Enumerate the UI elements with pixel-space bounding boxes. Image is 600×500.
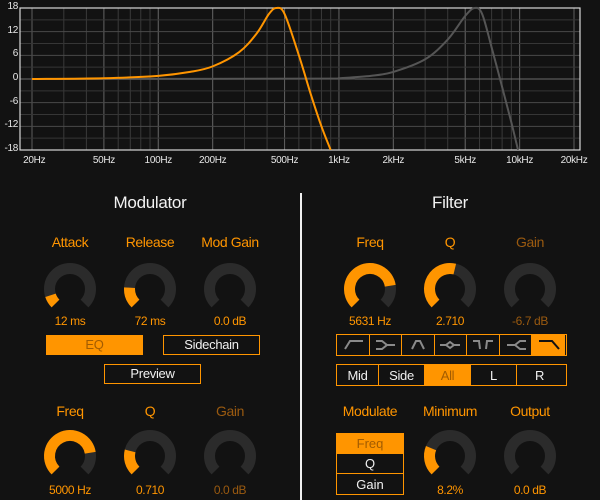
knob-value: -6.7 dB	[512, 314, 548, 328]
frequency-response-graph[interactable]: 18 12 6 0 -6 -12 -18 20Hz 50Hz 100Hz 200Hz 500Hz 1kH…	[0, 0, 600, 172]
filter-gain-knob[interactable]	[501, 260, 559, 318]
lowpass-icon	[538, 340, 560, 350]
x-tick-label: 50Hz	[92, 155, 115, 166]
modulate-option-gain[interactable]: Gain	[337, 474, 403, 494]
highshelf-icon	[506, 340, 526, 350]
knob-label: Freq	[56, 403, 84, 419]
knob-value: 0.710	[135, 483, 165, 497]
highpass-icon	[343, 340, 363, 350]
knob-track	[504, 430, 556, 475]
filter-title: Filter	[432, 193, 468, 212]
y-tick-label: 12	[7, 24, 18, 36]
knob-value: 0.0 dB	[213, 483, 247, 497]
knob-value: 0.0 dB	[213, 314, 247, 328]
attack-knob[interactable]	[41, 260, 99, 318]
filter-freq-knob[interactable]	[341, 260, 399, 318]
y-tick-label: 0	[12, 72, 19, 83]
y-tick-label: -6	[9, 95, 19, 107]
knob-label: Mod Gain	[201, 234, 259, 250]
eq-source-button[interactable]: EQ	[46, 335, 143, 355]
knob-track	[504, 263, 556, 308]
knob-value: 5000 Hz	[49, 483, 91, 497]
x-tick-label: 1kHz	[328, 155, 350, 166]
mod-gain-knob[interactable]	[201, 260, 259, 318]
knob-label: Q	[444, 234, 456, 250]
x-tick-label: 2kHz	[382, 155, 405, 166]
x-tick-label: 20Hz	[23, 155, 46, 166]
filter-type-bandpass[interactable]	[402, 335, 435, 355]
y-tick-label: 6	[12, 48, 19, 60]
knob-value: 8.2%	[437, 483, 463, 497]
knob-track	[204, 263, 256, 308]
channel-all[interactable]: All	[425, 365, 471, 385]
x-tick-label: 500Hz	[270, 155, 299, 166]
channel-mid[interactable]: Mid	[337, 365, 379, 385]
filter-type-highshelf[interactable]	[500, 335, 533, 355]
filter-type-lowpass[interactable]	[532, 335, 565, 355]
bandpass-icon	[411, 340, 425, 350]
y-tick-label: -12	[4, 119, 18, 131]
modulator-title: Modulator	[113, 193, 187, 212]
filter-type-selector[interactable]	[336, 334, 567, 356]
release-knob[interactable]	[121, 260, 179, 318]
section-divider	[300, 193, 302, 500]
knob-label: Gain	[216, 403, 244, 419]
sidechain-source-button[interactable]: Sidechain	[163, 335, 260, 355]
filter-type-highpass[interactable]	[337, 335, 370, 355]
y-tick-label: 18	[7, 1, 18, 12]
knob-value: 2.710	[435, 314, 465, 328]
filter-type-lowshelf[interactable]	[370, 335, 403, 355]
channel-r[interactable]: R	[517, 365, 562, 385]
x-tick-label: 100Hz	[144, 155, 173, 166]
modulate-label: Modulate	[342, 403, 398, 419]
lowshelf-icon	[376, 340, 396, 350]
modulate-target-list[interactable]: Freq Q Gain	[336, 433, 404, 495]
knob-value-arc	[45, 293, 60, 308]
peak-icon	[440, 340, 461, 350]
notch-icon	[473, 340, 494, 350]
filter-type-notch[interactable]	[467, 335, 500, 355]
y-tick-label: -18	[4, 143, 18, 154]
knob-value: 0.0 dB	[513, 483, 547, 497]
modulate-option-freq[interactable]: Freq	[337, 434, 403, 454]
knob-value-arc	[124, 287, 140, 308]
mod-eq-gain-knob[interactable]	[201, 427, 259, 485]
knob-value-arc	[424, 446, 440, 475]
knob-label: Q	[144, 403, 156, 419]
knob-label: Freq	[356, 234, 384, 250]
knob-track	[204, 430, 256, 475]
knob-value-arc	[424, 263, 457, 308]
x-tick-label: 20kHz	[560, 155, 588, 166]
x-tick-label: 200Hz	[198, 155, 227, 166]
modulate-option-q[interactable]: Q	[337, 454, 403, 474]
channel-l[interactable]: L	[471, 365, 517, 385]
knob-label: Gain	[516, 234, 544, 250]
filter-q-knob[interactable]	[421, 260, 479, 318]
knob-value: 5631 Hz	[349, 314, 391, 328]
x-tick-label: 10kHz	[506, 155, 534, 166]
knob-value: 72 ms	[134, 314, 166, 328]
minimum-knob[interactable]	[421, 427, 479, 485]
preview-button[interactable]: Preview	[104, 364, 201, 384]
mod-freq-knob[interactable]	[41, 427, 99, 485]
knob-label: Attack	[51, 234, 89, 250]
knob-value: 12 ms	[54, 314, 86, 328]
filter-type-peak[interactable]	[435, 335, 468, 355]
x-tick-label: 5kHz	[454, 155, 477, 166]
channel-side[interactable]: Side	[379, 365, 425, 385]
knob-label: Release	[125, 234, 175, 250]
mod-q-knob[interactable]	[121, 427, 179, 485]
knob-label: Minimum	[423, 403, 477, 419]
frequency-response-plot[interactable]	[0, 0, 600, 172]
output-knob[interactable]	[501, 427, 559, 485]
knob-label: Output	[510, 403, 550, 419]
knob-value-arc	[124, 449, 140, 475]
channel-selector[interactable]: Mid Side All L R	[336, 364, 567, 386]
